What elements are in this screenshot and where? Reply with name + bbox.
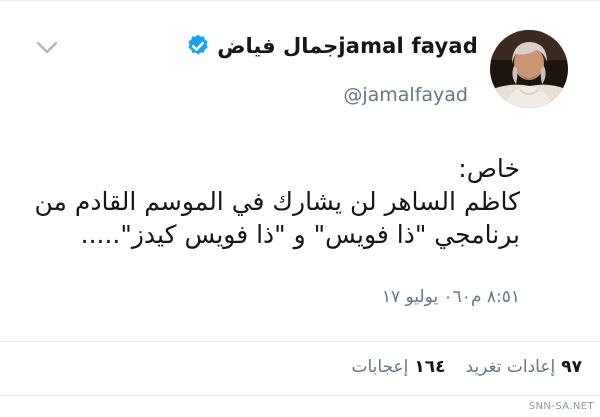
retweets-stat[interactable]: ٩٧ إعادات تغريد bbox=[466, 357, 582, 377]
verified-badge-icon bbox=[188, 34, 208, 55]
likes-stat[interactable]: ١٦٤ إعجابات bbox=[351, 357, 445, 377]
watermark: SNN-SA.NET bbox=[528, 401, 594, 412]
likes-label: إعجابات bbox=[351, 357, 409, 377]
tweet-text-line: خاص: bbox=[458, 154, 520, 183]
author-name-row[interactable]: جمال فياضjamal fayad bbox=[185, 31, 478, 61]
divider bbox=[0, 341, 600, 342]
retweets-count: ٩٧ bbox=[561, 357, 582, 377]
likes-count: ١٦٤ bbox=[414, 357, 446, 377]
tweet-text-line: برنامجي "ذا فويس" و "ذا فويس كيدز"..... bbox=[80, 220, 520, 249]
avatar-photo-icon bbox=[490, 30, 568, 108]
engagement-stats: ٩٧ إعادات تغريد ١٦٤ إعجابات bbox=[351, 357, 582, 377]
divider bbox=[0, 395, 600, 396]
tweet-text: خاص: كاظم الساهر لن يشارك في الموسم القا… bbox=[20, 152, 520, 251]
avatar[interactable] bbox=[490, 30, 568, 108]
tweet-timestamp[interactable]: ٨:٥١ م٠٦٠ يوليو ١٧ bbox=[382, 287, 520, 307]
tweet-card: جمال فياضjamal fayad @jamalfayad خاص: كا… bbox=[0, 0, 600, 417]
retweets-label: إعادات تغريد bbox=[465, 357, 556, 377]
chevron-down-icon[interactable] bbox=[36, 41, 58, 55]
tweet-text-line: كاظم الساهر لن يشارك في الموسم القادم من bbox=[34, 187, 520, 216]
author-handle[interactable]: @jamalfayad bbox=[343, 84, 468, 106]
author-display-name[interactable]: جمال فياضjamal fayad bbox=[217, 34, 478, 58]
top-border bbox=[0, 0, 600, 1]
